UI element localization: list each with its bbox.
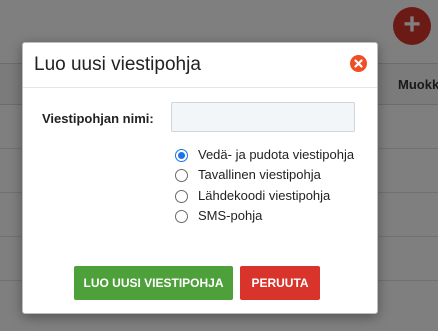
cancel-button[interactable]: PERUUTA [240,266,320,300]
radio-unselected-icon [175,190,188,203]
radio-label: Tavallinen viestipohja [198,167,321,182]
dialog-header: Luo uusi viestipohja [23,43,377,88]
radio-unselected-icon [175,210,188,223]
radio-label: Lähdekoodi viestipohja [198,188,331,203]
template-name-input[interactable] [171,102,355,132]
radio-selected-icon [175,149,188,162]
dialog-title: Luo uusi viestipohja [34,54,201,75]
close-icon[interactable] [350,55,367,72]
create-template-button[interactable]: LUO UUSI VIESTIPOHJA [74,266,233,300]
radio-unselected-icon [175,169,188,182]
radio-label: SMS-pohja [198,208,263,223]
template-name-label: Viestipohjan nimi: [42,111,154,126]
radio-label: Vedä- ja pudota viestipohja [198,147,355,162]
create-template-dialog: Luo uusi viestipohja Viestipohjan nimi: … [22,42,378,314]
